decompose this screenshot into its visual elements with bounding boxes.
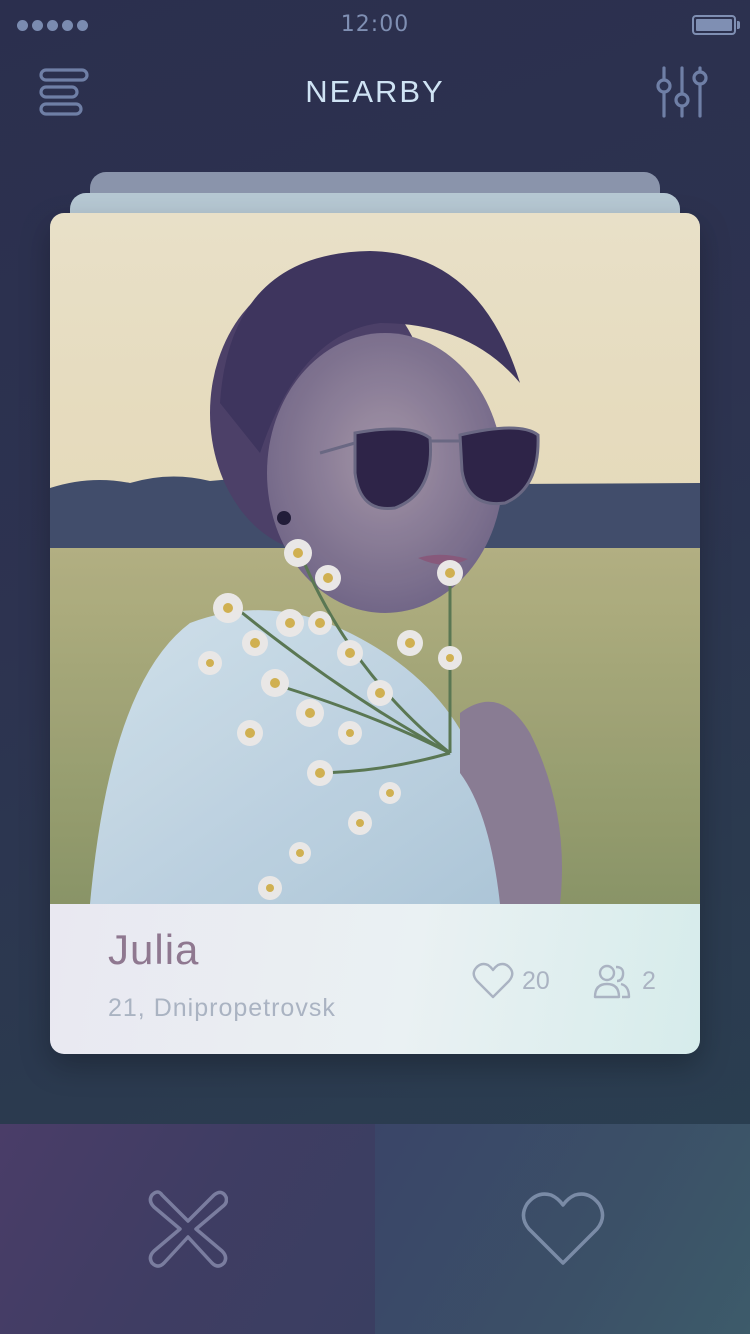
profile-photo	[50, 213, 700, 904]
battery-icon	[692, 15, 740, 35]
sliders-icon	[656, 66, 708, 118]
dislike-button[interactable]	[0, 1124, 375, 1334]
like-button[interactable]	[375, 1124, 750, 1334]
status-time: 12:00	[340, 12, 410, 37]
page-title: NEARBY	[305, 74, 445, 109]
profile-name: Julia	[108, 926, 200, 973]
friends-number: 2	[642, 966, 656, 995]
heart-icon	[521, 1192, 604, 1265]
close-icon	[148, 1190, 228, 1268]
action-bar	[0, 1124, 750, 1334]
filter-button[interactable]	[652, 64, 714, 120]
profile-card[interactable]: Julia 21, Dnipropetrovsk 20 2	[50, 213, 700, 1054]
likes-count: 20	[472, 962, 550, 1000]
likes-number: 20	[522, 966, 550, 995]
profile-info-panel: Julia 21, Dnipropetrovsk 20 2	[50, 904, 700, 1054]
profile-age-location: 21, Dnipropetrovsk	[108, 994, 336, 1022]
friends-count: 2	[592, 962, 656, 1000]
heart-outline-icon	[472, 962, 514, 999]
status-bar: 12:00	[0, 0, 750, 52]
people-icon	[593, 964, 631, 999]
